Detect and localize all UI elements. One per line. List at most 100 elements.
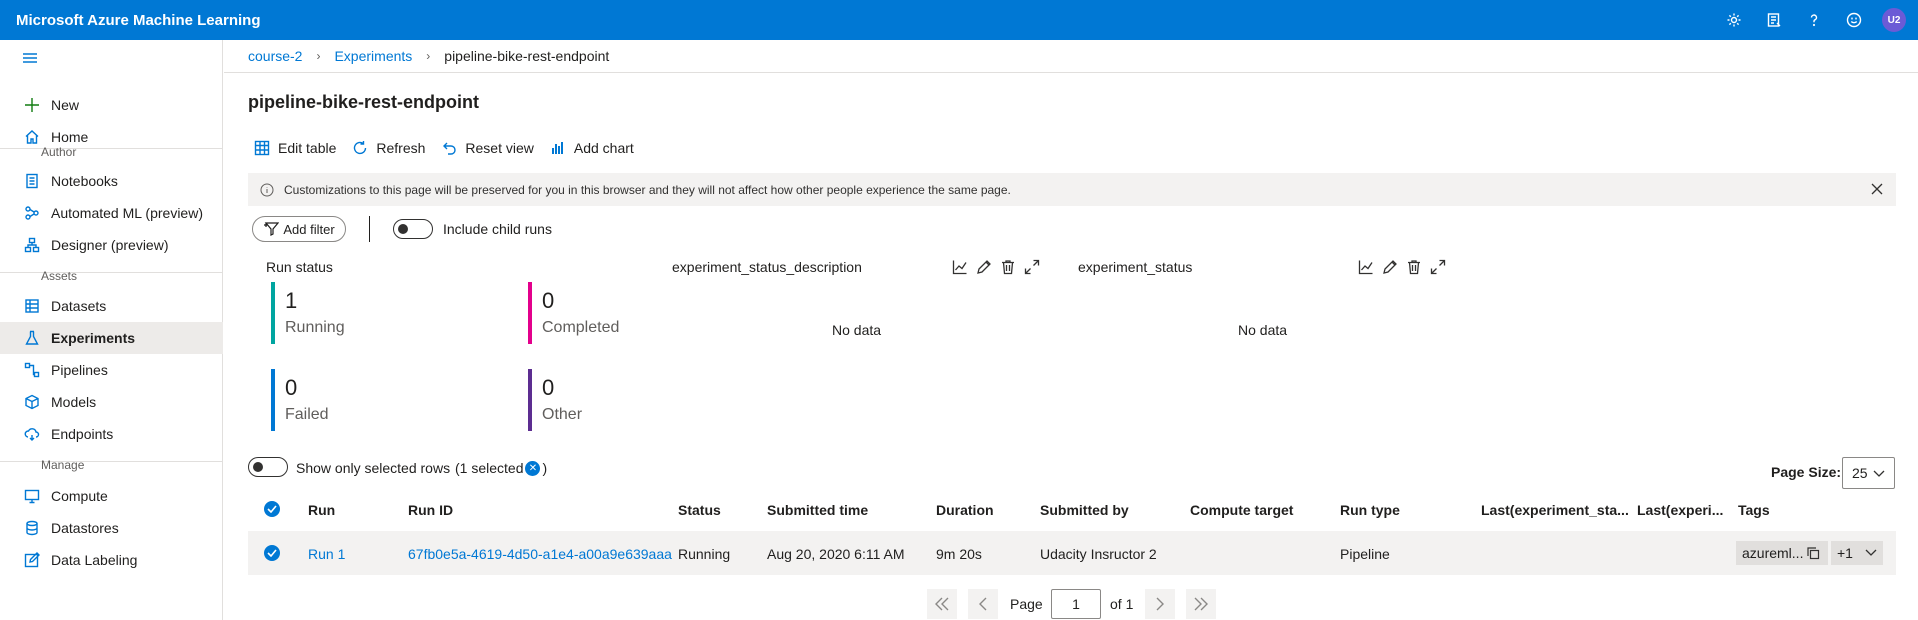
include-child-runs-label: Include child runs bbox=[443, 221, 552, 237]
sidebar-item-endpoints[interactable]: Endpoints bbox=[0, 418, 223, 450]
expand-icon[interactable] bbox=[1020, 257, 1044, 277]
topbar-actions: U2 bbox=[1714, 0, 1918, 40]
column-header-submitted-by[interactable]: Submitted by bbox=[1040, 502, 1129, 518]
status-color-bar bbox=[271, 282, 275, 344]
selected-count-suffix: ) bbox=[542, 460, 548, 476]
column-header-duration[interactable]: Duration bbox=[936, 502, 994, 518]
breadcrumb-item[interactable]: Experiments bbox=[334, 48, 412, 64]
include-child-runs-toggle[interactable] bbox=[393, 219, 433, 239]
add-filter-button[interactable]: Add filter bbox=[252, 216, 346, 242]
tag-text: azureml... bbox=[1742, 545, 1804, 561]
double-chevron-left-icon bbox=[935, 597, 949, 611]
tag-chip[interactable]: azureml... bbox=[1736, 541, 1828, 565]
page-title: pipeline-bike-rest-endpoint bbox=[248, 92, 480, 112]
chevron-left-icon bbox=[979, 597, 987, 611]
gear-icon[interactable] bbox=[1714, 0, 1754, 40]
row-checkbox[interactable] bbox=[264, 545, 280, 561]
column-header-tags[interactable]: Tags bbox=[1738, 502, 1770, 518]
table-icon bbox=[254, 140, 270, 156]
app-title[interactable]: Microsoft Azure Machine Learning bbox=[16, 12, 260, 29]
column-header-last-experiment[interactable]: Last(experi... bbox=[1637, 502, 1723, 518]
breadcrumb-item[interactable]: course-2 bbox=[248, 48, 302, 64]
datasets-icon bbox=[22, 296, 42, 316]
smiley-icon[interactable] bbox=[1834, 0, 1874, 40]
add-chart-button[interactable]: Add chart bbox=[550, 140, 634, 156]
sidebar: New Home Author Notebooks Automated ML (… bbox=[0, 40, 223, 620]
pipelines-icon bbox=[22, 360, 42, 380]
sidebar-item-notebooks[interactable]: Notebooks bbox=[0, 165, 223, 197]
notebook-icon bbox=[22, 171, 42, 191]
previous-page-button[interactable] bbox=[968, 589, 998, 619]
hamburger-menu-icon[interactable] bbox=[22, 50, 40, 71]
sidebar-item-label: Endpoints bbox=[51, 426, 114, 442]
avatar[interactable]: U2 bbox=[1882, 8, 1906, 32]
sidebar-item-pipelines[interactable]: Pipelines bbox=[0, 354, 223, 386]
sidebar-item-new[interactable]: New bbox=[0, 89, 223, 121]
reset-view-button[interactable]: Reset view bbox=[441, 140, 534, 156]
expand-icon[interactable] bbox=[1426, 257, 1450, 277]
close-icon[interactable] bbox=[1870, 182, 1884, 199]
sidebar-item-designer[interactable]: Designer (preview) bbox=[0, 229, 223, 261]
more-tags-button[interactable]: +1 bbox=[1831, 541, 1883, 565]
sidebar-item-models[interactable]: Models bbox=[0, 386, 223, 418]
automated-ml-icon bbox=[22, 203, 42, 223]
sidebar-item-data-labeling[interactable]: Data Labeling bbox=[0, 544, 223, 576]
column-header-run-type[interactable]: Run type bbox=[1340, 502, 1400, 518]
notebook-list-icon[interactable] bbox=[1754, 0, 1794, 40]
chevron-right-icon: › bbox=[316, 49, 321, 63]
sidebar-item-compute[interactable]: Compute bbox=[0, 480, 223, 512]
chart-actions bbox=[1354, 257, 1450, 277]
breadcrumb-current: pipeline-bike-rest-endpoint bbox=[444, 48, 610, 64]
sidebar-item-datasets[interactable]: Datasets bbox=[0, 290, 223, 322]
status-label: Completed bbox=[542, 319, 620, 336]
page-total: of 1 bbox=[1110, 596, 1134, 612]
sidebar-item-experiments[interactable]: Experiments bbox=[0, 322, 223, 354]
help-icon[interactable] bbox=[1794, 0, 1834, 40]
next-page-button[interactable] bbox=[1145, 589, 1175, 619]
chevron-right-icon bbox=[1156, 597, 1164, 611]
line-chart-icon[interactable] bbox=[1354, 257, 1378, 277]
submitted-time: Aug 20, 2020 6:11 AM bbox=[767, 546, 905, 562]
sidebar-item-automated-ml[interactable]: Automated ML (preview) bbox=[0, 197, 223, 229]
monitor-icon bbox=[22, 486, 42, 506]
edit-table-button[interactable]: Edit table bbox=[254, 140, 336, 156]
run-id-link[interactable]: 67fb0e5a-4619-4d50-a1e4-a00a9e639aaa bbox=[408, 546, 672, 562]
run-link[interactable]: Run 1 bbox=[308, 546, 345, 562]
sidebar-item-label: Compute bbox=[51, 488, 108, 504]
select-all-checkbox[interactable] bbox=[264, 501, 280, 517]
last-page-button[interactable] bbox=[1186, 589, 1216, 619]
add-filter-label: Add filter bbox=[283, 221, 335, 237]
selected-count: (1 selected ✕ ) bbox=[455, 460, 547, 476]
column-header-last-experiment-status[interactable]: Last(experiment_sta... bbox=[1481, 502, 1629, 518]
page-number-input[interactable]: 1 bbox=[1051, 589, 1101, 619]
refresh-button[interactable]: Refresh bbox=[352, 140, 425, 156]
sidebar-item-label: Designer (preview) bbox=[51, 237, 169, 253]
show-only-selected-toggle[interactable] bbox=[248, 457, 288, 477]
column-header-compute-target[interactable]: Compute target bbox=[1190, 502, 1293, 518]
sidebar-section-header: Author bbox=[41, 145, 77, 159]
page-size-dropdown[interactable]: 25 bbox=[1842, 457, 1895, 489]
chart-title: experiment_status_description bbox=[672, 259, 862, 275]
line-chart-icon[interactable] bbox=[948, 257, 972, 277]
column-header-submitted-time[interactable]: Submitted time bbox=[767, 502, 868, 518]
flask-icon bbox=[22, 328, 42, 348]
edit-icon[interactable] bbox=[972, 257, 996, 277]
column-header-status[interactable]: Status bbox=[678, 502, 721, 518]
edit-icon[interactable] bbox=[1378, 257, 1402, 277]
status-count: 0 bbox=[285, 375, 298, 400]
toolbar: Edit table Refresh Reset view Add chart bbox=[254, 140, 650, 156]
column-header-run[interactable]: Run bbox=[308, 502, 335, 518]
column-header-run-id[interactable]: Run ID bbox=[408, 502, 453, 518]
first-page-button[interactable] bbox=[927, 589, 957, 619]
delete-icon[interactable] bbox=[1402, 257, 1426, 277]
sidebar-item-datastores[interactable]: Datastores bbox=[0, 512, 223, 544]
plus-icon bbox=[22, 95, 42, 115]
copy-icon[interactable] bbox=[1806, 546, 1820, 560]
delete-icon[interactable] bbox=[996, 257, 1020, 277]
filter-icon bbox=[264, 222, 280, 236]
divider bbox=[369, 216, 370, 242]
status-label: Running bbox=[285, 319, 345, 336]
clear-selection-icon[interactable]: ✕ bbox=[525, 460, 541, 476]
database-icon bbox=[22, 518, 42, 538]
info-message-bar: Customizations to this page will be pres… bbox=[248, 173, 1896, 206]
